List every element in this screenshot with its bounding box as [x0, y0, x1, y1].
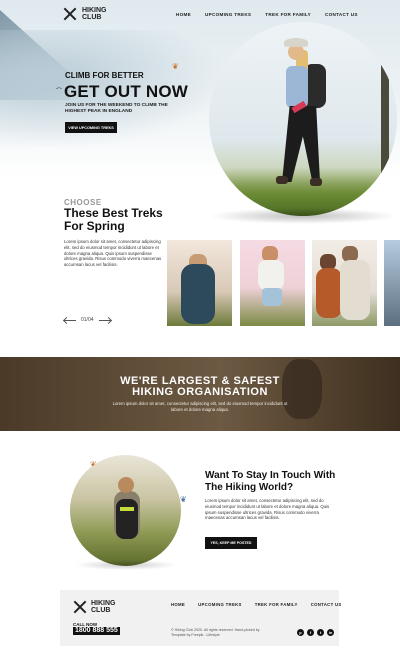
- boot: [276, 176, 288, 184]
- footer-nav-upcoming-treks[interactable]: UPCOMING TREKS: [198, 602, 242, 607]
- nav-home[interactable]: HOME: [176, 12, 191, 17]
- footer-logo-text: HIKING CLUB: [91, 600, 116, 614]
- trek-card[interactable]: [384, 240, 400, 326]
- tree-trunk: [381, 62, 389, 182]
- boot: [310, 178, 322, 186]
- linkedin-icon[interactable]: in: [327, 629, 334, 636]
- bird-icon: ⌒: [56, 89, 63, 95]
- trek-card[interactable]: [167, 240, 232, 326]
- treks-description: Lorem ipsum dolor sit amet, consectetur …: [64, 239, 162, 268]
- view-upcoming-treks-button[interactable]: VIEW UPCOMING TREKS: [65, 122, 117, 133]
- backpack: [116, 499, 138, 539]
- hero-title: GET OUT NOW: [64, 82, 189, 101]
- phone-number[interactable]: 1800 888 555: [73, 627, 120, 635]
- newsletter-description: Lorem ipsum dolor sit amet, consectetur …: [205, 498, 330, 521]
- hiker-body: [340, 260, 370, 320]
- hiker-head: [118, 477, 134, 493]
- hiker-figure: [258, 38, 338, 198]
- nav-upcoming-treks[interactable]: UPCOMING TREKS: [205, 12, 251, 17]
- footer-nav-home[interactable]: HOME: [171, 602, 185, 607]
- site-logo[interactable]: HIKING CLUB: [63, 7, 114, 21]
- hiker-body: [258, 260, 284, 290]
- hero-description: JOIN US FOR THE WEEKEND TO CLIMB THE HIG…: [65, 103, 168, 114]
- pager-count: 01/04: [81, 317, 94, 323]
- hiker-shorts: [262, 288, 282, 306]
- footer-nav-contact-us[interactable]: CONTACT US: [311, 602, 342, 607]
- treks-title: These Best Treks For Spring: [64, 206, 163, 233]
- banner-title-line2: HIKING ORGANISATION: [132, 386, 268, 398]
- torso: [286, 66, 308, 108]
- hiker-body: [181, 264, 215, 324]
- backpack-strap: [120, 507, 134, 511]
- trek-card[interactable]: [240, 240, 305, 326]
- hero-subtitle: CLIMB FOR BETTER: [65, 71, 144, 80]
- footer: HIKING CLUB HOME UPCOMING TREKS TREK FOR…: [60, 590, 341, 646]
- keep-me-posted-button[interactable]: YES, KEEP ME POSTED: [205, 537, 257, 549]
- banner-title: WE'RE LARGEST & SAFEST HIKING ORGANISATI…: [0, 376, 400, 398]
- newsletter-image-shadow: [74, 560, 178, 570]
- newsletter-image: [70, 455, 181, 566]
- legs: [282, 106, 320, 182]
- hiker-body: [316, 268, 342, 318]
- social-links: p f t in: [297, 629, 334, 636]
- nav-trek-for-family[interactable]: TREK FOR FAMILY: [265, 12, 311, 17]
- logo-text: HIKING CLUB: [82, 7, 107, 21]
- hero-image-shadow: [208, 208, 398, 224]
- butterfly-icon: ❦: [172, 62, 179, 71]
- twitter-icon[interactable]: t: [317, 629, 324, 636]
- next-arrow-icon[interactable]: [98, 319, 111, 321]
- banner-description: Lorem ipsum dolor sit amet, consectetur …: [112, 401, 288, 412]
- newsletter-title: Want To Stay In Touch With The Hiking Wo…: [205, 470, 336, 493]
- footer-nav-trek-for-family[interactable]: TREK FOR FAMILY: [255, 602, 298, 607]
- facebook-icon[interactable]: f: [307, 629, 314, 636]
- main-nav: HOME UPCOMING TREKS TREK FOR FAMILY CONT…: [176, 12, 372, 17]
- copyright-text: © Hiking Club 2020. All rights reserved.…: [171, 628, 260, 637]
- footer-nav: HOME UPCOMING TREKS TREK FOR FAMILY CONT…: [171, 602, 355, 607]
- prev-arrow-icon[interactable]: [64, 319, 76, 321]
- trek-card[interactable]: [312, 240, 377, 326]
- crossed-axes-icon: [73, 600, 87, 614]
- footer-logo[interactable]: HIKING CLUB: [73, 600, 123, 614]
- nav-contact-us[interactable]: CONTACT US: [325, 12, 358, 17]
- hat: [284, 38, 308, 47]
- crossed-axes-icon: [63, 7, 77, 21]
- butterfly-icon: ❦: [180, 495, 187, 504]
- pinterest-icon[interactable]: p: [297, 629, 304, 636]
- treks-pager: 01/04: [64, 317, 111, 323]
- hiker-figure: [110, 477, 144, 557]
